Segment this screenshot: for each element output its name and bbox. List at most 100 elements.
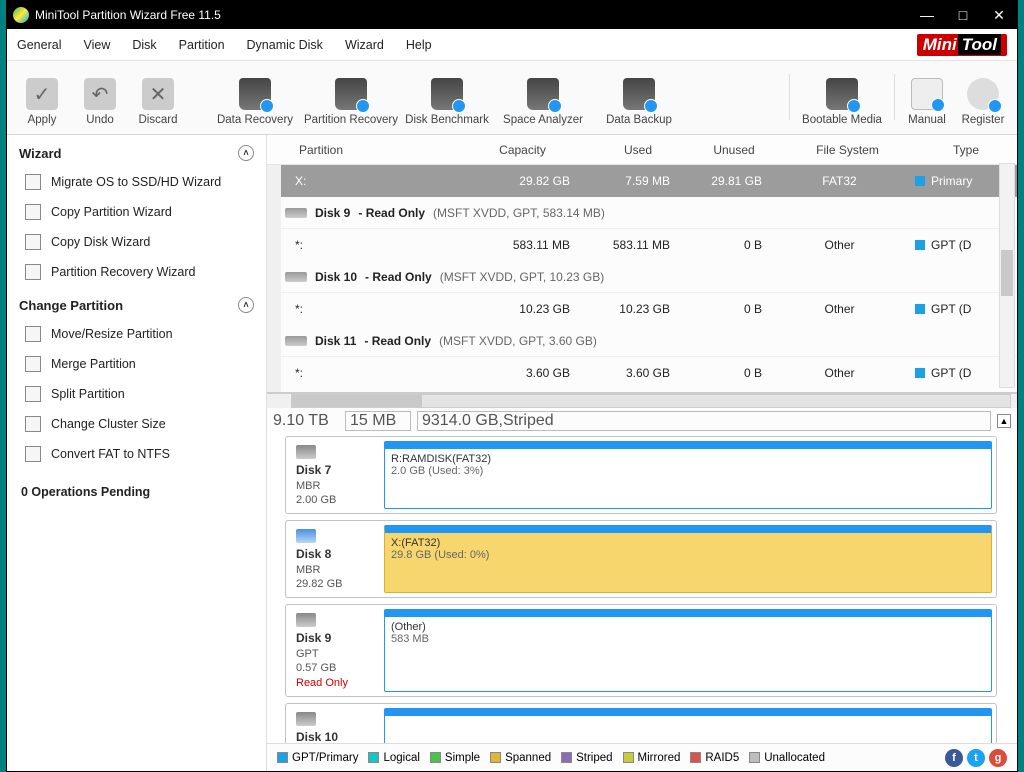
change-item[interactable]: Merge Partition <box>7 349 266 379</box>
menu-view[interactable]: View <box>83 38 110 52</box>
menu-partition[interactable]: Partition <box>179 38 225 52</box>
data-recovery-button[interactable]: Data Recovery <box>207 78 303 126</box>
action-icon <box>25 356 41 372</box>
disk-card[interactable]: Disk 7MBR2.00 GBR:RAMDISK(FAT32)2.0 GB (… <box>285 436 997 514</box>
wizard-item[interactable]: Migrate OS to SSD/HD Wizard <box>7 167 266 197</box>
app-icon <box>13 7 29 23</box>
action-icon <box>25 386 41 402</box>
disk-group-header[interactable]: Disk 10 - Read Only(MSFT XVDD, GPT, 10.2… <box>281 261 1017 293</box>
menu-dynamic-disk[interactable]: Dynamic Disk <box>247 38 323 52</box>
col-type[interactable]: Type <box>915 143 1017 157</box>
change-item[interactable]: Change Cluster Size <box>7 409 266 439</box>
col-unused[interactable]: Unused <box>688 143 780 157</box>
change-item[interactable]: Convert FAT to NTFS <box>7 439 266 469</box>
manual-button[interactable]: Manual <box>899 78 955 126</box>
undo-button[interactable]: Undo <box>71 78 129 126</box>
disk-icon <box>296 613 316 627</box>
col-used[interactable]: Used <box>588 143 688 157</box>
legend: GPT/PrimaryLogicalSimpleSpannedStripedMi… <box>267 743 1017 771</box>
action-icon <box>25 446 41 462</box>
apply-button[interactable]: Apply <box>13 78 71 126</box>
wizard-item[interactable]: Partition Recovery Wizard <box>7 257 266 287</box>
menu-disk[interactable]: Disk <box>132 38 156 52</box>
wizard-group-header[interactable]: Wizard˄ <box>7 135 266 167</box>
wizard-item[interactable]: Copy Disk Wizard <box>7 227 266 257</box>
legend-swatch-icon <box>690 752 701 763</box>
space-analyzer-icon <box>527 78 559 110</box>
manual-icon <box>911 78 943 110</box>
partition-block[interactable]: X:(FAT32)29.8 GB (Used: 0%) <box>384 525 992 593</box>
app-window: MiniTool Partition Wizard Free 11.5 — □ … <box>6 0 1018 772</box>
partition-row[interactable]: *:10.23 GB10.23 GB0 BOtherGPT (D <box>281 293 1017 325</box>
grid-hscrollbar[interactable] <box>291 394 1011 408</box>
partition-recovery-icon <box>335 78 367 110</box>
legend-item: GPT/Primary <box>277 752 358 764</box>
change-item[interactable]: Move/Resize Partition <box>7 319 266 349</box>
minimize-button[interactable]: — <box>909 1 945 29</box>
col-p[interactable]: Partition <box>291 143 457 157</box>
twitter-icon[interactable]: t <box>967 749 985 767</box>
disk-benchmark-button[interactable]: Disk Benchmark <box>399 78 495 126</box>
data-backup-button[interactable]: Data Backup <box>591 78 687 126</box>
legend-swatch-icon <box>490 752 501 763</box>
disk-group-header[interactable]: Disk 11 - Read Only(MSFT XVDD, GPT, 3.60… <box>281 325 1017 357</box>
pending-ops: 0 Operations Pending <box>7 469 266 515</box>
disk-icon <box>285 208 307 218</box>
menu-general[interactable]: General <box>17 38 61 52</box>
grid-body[interactable]: X:29.82 GB7.59 MB29.81 GBFAT32PrimaryDis… <box>267 165 1017 392</box>
menu-wizard[interactable]: Wizard <box>345 38 384 52</box>
disk-card[interactable]: Disk 10GPT <box>285 703 997 743</box>
legend-swatch-icon <box>368 752 379 763</box>
partition-recovery-button[interactable]: Partition Recovery <box>303 78 399 126</box>
action-icon <box>25 234 41 250</box>
col-cap[interactable]: Capacity <box>457 143 588 157</box>
legend-item: Logical <box>368 752 419 764</box>
partition-block[interactable] <box>384 708 992 743</box>
legend-swatch-icon <box>277 752 288 763</box>
disk-map[interactable]: Disk 7MBR2.00 GBR:RAMDISK(FAT32)2.0 GB (… <box>267 432 1017 743</box>
undo-icon <box>84 78 116 110</box>
split-bar <box>267 393 1017 408</box>
register-icon <box>967 78 999 110</box>
change-group-header[interactable]: Change Partition˄ <box>7 287 266 319</box>
menubar: General View Disk Partition Dynamic Disk Wiza… <box>7 29 1017 61</box>
disk-icon <box>296 445 316 459</box>
facebook-icon[interactable]: f <box>945 749 963 767</box>
grid-vscrollbar[interactable] <box>999 163 1015 388</box>
menu-help[interactable]: Help <box>406 38 432 52</box>
wizard-item[interactable]: Copy Partition Wizard <box>7 197 266 227</box>
brand-logo: MiniTool <box>917 34 1007 56</box>
gplus-icon[interactable]: g <box>989 749 1007 767</box>
partition-block[interactable]: R:RAMDISK(FAT32)2.0 GB (Used: 3%) <box>384 441 992 509</box>
grid-header: PartitionCapacityUsedUnusedFile SystemTy… <box>267 135 1017 165</box>
type-swatch-icon <box>915 368 925 378</box>
discard-button[interactable]: Discard <box>129 78 187 126</box>
disk-icon <box>285 336 307 346</box>
legend-item: Mirrored <box>623 752 681 764</box>
disk-group-header[interactable]: Disk 9 - Read Only(MSFT XVDD, GPT, 583.1… <box>281 197 1017 229</box>
tb-label: Bootable Media <box>802 114 882 126</box>
action-icon <box>25 416 41 432</box>
disk-benchmark-icon <box>431 78 463 110</box>
disk-card[interactable]: Disk 9GPT0.57 GBRead Only(Other)583 MB <box>285 604 997 696</box>
data-recovery-icon <box>239 78 271 110</box>
scroll-up-icon[interactable]: ▲ <box>997 414 1011 428</box>
type-swatch-icon <box>915 240 925 250</box>
register-button[interactable]: Register <box>955 78 1011 126</box>
partition-block[interactable]: (Other)583 MB <box>384 609 992 691</box>
change-item[interactable]: Split Partition <box>7 379 266 409</box>
disk-card[interactable]: Disk 8MBR29.82 GBX:(FAT32)29.8 GB (Used:… <box>285 520 997 598</box>
maximize-button[interactable]: □ <box>945 1 981 29</box>
space-analyzer-button[interactable]: Space Analyzer <box>495 78 591 126</box>
close-button[interactable]: ✕ <box>981 1 1017 29</box>
col-fs[interactable]: File System <box>780 143 915 157</box>
type-swatch-icon <box>915 176 925 186</box>
action-icon <box>25 204 41 220</box>
discard-icon <box>142 78 174 110</box>
bootable-media-button[interactable]: Bootable Media <box>794 78 890 126</box>
partition-row[interactable]: *:583.11 MB583.11 MB0 BOtherGPT (D <box>281 229 1017 261</box>
strip-box2: 9314.0 GB,Striped <box>417 411 991 431</box>
sidebar: Wizard˄ Migrate OS to SSD/HD WizardCopy … <box>7 135 267 771</box>
partition-row[interactable]: *:3.60 GB3.60 GB0 BOtherGPT (D <box>281 357 1017 389</box>
partition-row[interactable]: X:29.82 GB7.59 MB29.81 GBFAT32Primary <box>281 165 1017 197</box>
